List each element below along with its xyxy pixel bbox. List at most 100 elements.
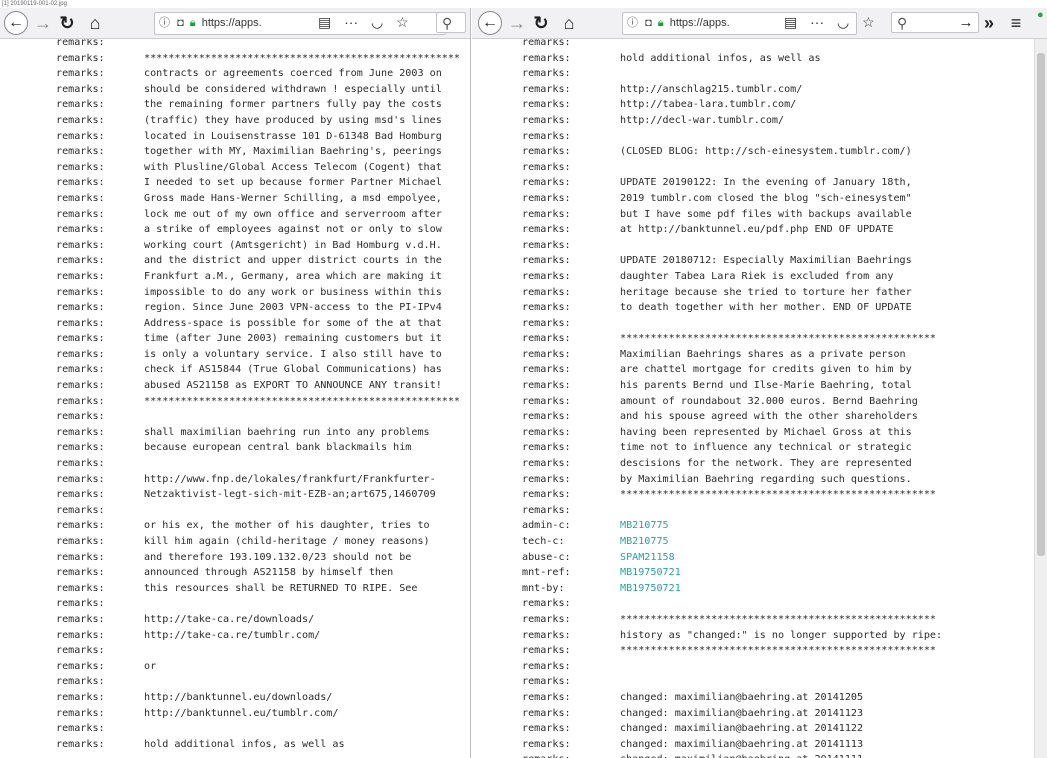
attribute-key: remarks: <box>56 598 105 610</box>
attribute-key: tech-c: <box>522 536 565 547</box>
record-line: remarks: shall maximilian baehring run in… <box>0 425 460 441</box>
attribute-value: with Plusline/Global Access Telecom (Cog… <box>144 161 442 173</box>
scrollbar-thumb[interactable] <box>1037 53 1045 556</box>
attribute-value: is only a voluntary service. I also stil… <box>144 348 442 360</box>
url-text[interactable]: https://apps. <box>202 17 262 29</box>
record-line: remarks: UPDATE 20180712: Especially Maxi… <box>472 253 942 269</box>
attribute-key: remarks: <box>522 598 571 610</box>
file-name-label: [1] 20190119-001-02.jpg <box>2 1 67 7</box>
attribute-key: remarks: <box>56 239 105 251</box>
attribute-value: or his ex, the mother of his daughter, t… <box>144 520 430 532</box>
record-line: remarks: <box>472 316 942 332</box>
record-line: remarks: and his spouse agreed with the o… <box>472 409 942 425</box>
record-line: remarks: Frankfurt a.M., Germany, area wh… <box>0 269 460 285</box>
back-button[interactable]: ← <box>4 11 28 35</box>
record-line: remarks: daughter Tabea Lara Riek is excl… <box>472 269 942 285</box>
attribute-key: remarks: <box>56 723 105 735</box>
attribute-value: amount of roundabout 32.000 euros. Bernd… <box>620 395 918 407</box>
attribute-value: (traffic) they have produced by using ms… <box>144 114 442 126</box>
attribute-value: lock me out of my own office and serverr… <box>144 208 442 220</box>
attribute-key: remarks: <box>522 458 571 470</box>
home-button[interactable]: ⌂ <box>84 11 106 35</box>
forward-button[interactable]: → <box>33 11 53 35</box>
record-line: remarks: http://banktunnel.eu/downloads/ <box>0 690 460 706</box>
record-line: remarks: the remaining former partners fu… <box>0 97 460 113</box>
record-line: remarks: http://decl-war.tumblr.com/ <box>472 113 942 129</box>
record-line: remarks: ********************************… <box>472 487 942 503</box>
attribute-key: remarks: <box>56 146 105 158</box>
search-icon: ⚲ <box>442 15 453 31</box>
reload-button[interactable]: ↻ <box>57 11 77 35</box>
search-go-button[interactable]: → <box>958 11 974 35</box>
reader-view-icon[interactable]: ▤ <box>318 12 331 33</box>
extension-icon[interactable]: ● <box>1037 9 1047 21</box>
attribute-key: remarks: <box>56 161 105 173</box>
attribute-key: remarks: <box>522 629 571 641</box>
record-line: remarks: <box>472 674 942 690</box>
attribute-key: remarks: <box>56 536 105 547</box>
record-line: remarks: <box>0 456 460 472</box>
bookmark-star-icon[interactable]: ☆ <box>396 12 409 33</box>
attribute-key: remarks: <box>522 39 571 48</box>
attribute-value: http://take-ca.re/downloads/ <box>144 613 315 625</box>
tracking-shield-icon[interactable]: ◘ <box>177 13 184 34</box>
reader-view-icon[interactable]: ▤ <box>784 12 797 33</box>
vertical-scrollbar[interactable] <box>1034 39 1047 758</box>
attribute-key: remarks: <box>522 130 571 142</box>
url-text[interactable]: https://apps. <box>670 17 730 29</box>
info-icon[interactable]: ⓘ <box>159 13 170 34</box>
handle-link[interactable]: MB210775 <box>620 518 669 534</box>
attribute-value: ****************************************… <box>620 613 937 625</box>
handle-link[interactable]: MB19750721 <box>620 565 681 581</box>
attribute-value: the remaining former partners fully pay … <box>144 99 442 111</box>
handle-link[interactable]: MB210775 <box>620 534 669 550</box>
info-icon[interactable]: ⓘ <box>627 13 638 34</box>
attribute-key: remarks: <box>522 411 571 423</box>
attribute-key: remarks: <box>522 255 571 267</box>
attribute-key: mnt-by: <box>522 582 565 594</box>
record-line: remarks: check if AS15844 (True Global Co… <box>0 362 460 378</box>
record-line: abuse-c: SPAM21158 <box>472 550 942 566</box>
attribute-value: time (after June 2003) remaining custome… <box>144 333 442 345</box>
attribute-key: remarks: <box>56 613 105 625</box>
attribute-key: remarks: <box>56 68 105 80</box>
pocket-icon[interactable]: ◡ <box>837 12 849 33</box>
attribute-key: remarks: <box>56 99 105 111</box>
record-line: remarks: descisions for the network. They… <box>472 456 942 472</box>
attribute-key: remarks: <box>522 68 571 80</box>
attribute-key: remarks: <box>56 317 105 329</box>
record-line: remarks:changed: maximilian@baehring.at … <box>472 752 942 758</box>
attribute-value: changed: maximilian@baehring.at 20141205 <box>620 691 864 703</box>
attribute-key: remarks: <box>56 39 105 48</box>
attribute-key: remarks: <box>56 473 105 485</box>
overflow-menu-button[interactable]: » <box>980 11 998 35</box>
whois-record-lines: remarks: remarks: ************************… <box>0 39 460 752</box>
record-line: remarks:changed: maximilian@baehring.at … <box>472 721 942 737</box>
attribute-value: UPDATE 20190122: In the evening of Janua… <box>620 177 912 189</box>
attribute-key: admin-c: <box>522 520 571 532</box>
page-content: remarks: remarks: ************************… <box>0 39 470 758</box>
home-button[interactable]: ⌂ <box>558 11 580 35</box>
attribute-key: remarks: <box>522 177 571 189</box>
bookmark-star-icon[interactable]: ☆ <box>862 12 875 33</box>
record-line: remarks: Netzaktivist-legt-sich-mit-EZB-a… <box>0 487 460 503</box>
handle-link[interactable]: MB19750721 <box>620 581 681 597</box>
attribute-value: changed: maximilian@baehring.at 20141113 <box>620 738 864 750</box>
lock-icon: 🔒︎ <box>189 17 196 29</box>
handle-link[interactable]: SPAM21158 <box>620 550 675 566</box>
attribute-value: daughter Tabea Lara Riek is excluded fro… <box>620 270 894 282</box>
attribute-value: Frankfurt a.M., Germany, area which are … <box>144 270 442 282</box>
record-line: remarks: his parents Bernd und Ilse-Marie… <box>472 378 942 394</box>
record-line: remarks: but I have some pdf files with b… <box>472 207 942 223</box>
page-actions-icon[interactable]: ··· <box>344 12 358 33</box>
record-line: remarks: by Maximilian Baehring regarding… <box>472 472 942 488</box>
page-actions-icon[interactable]: ··· <box>810 12 824 33</box>
forward-button[interactable]: → <box>507 11 527 35</box>
attribute-value: ****************************************… <box>144 52 461 64</box>
search-box[interactable]: ⚲ <box>436 12 466 33</box>
main-menu-button[interactable]: ≡ <box>1006 11 1026 35</box>
back-button[interactable]: ← <box>478 11 502 35</box>
reload-button[interactable]: ↻ <box>531 11 551 35</box>
tracking-shield-icon[interactable]: ◘ <box>645 13 652 34</box>
pocket-icon[interactable]: ◡ <box>371 12 383 33</box>
